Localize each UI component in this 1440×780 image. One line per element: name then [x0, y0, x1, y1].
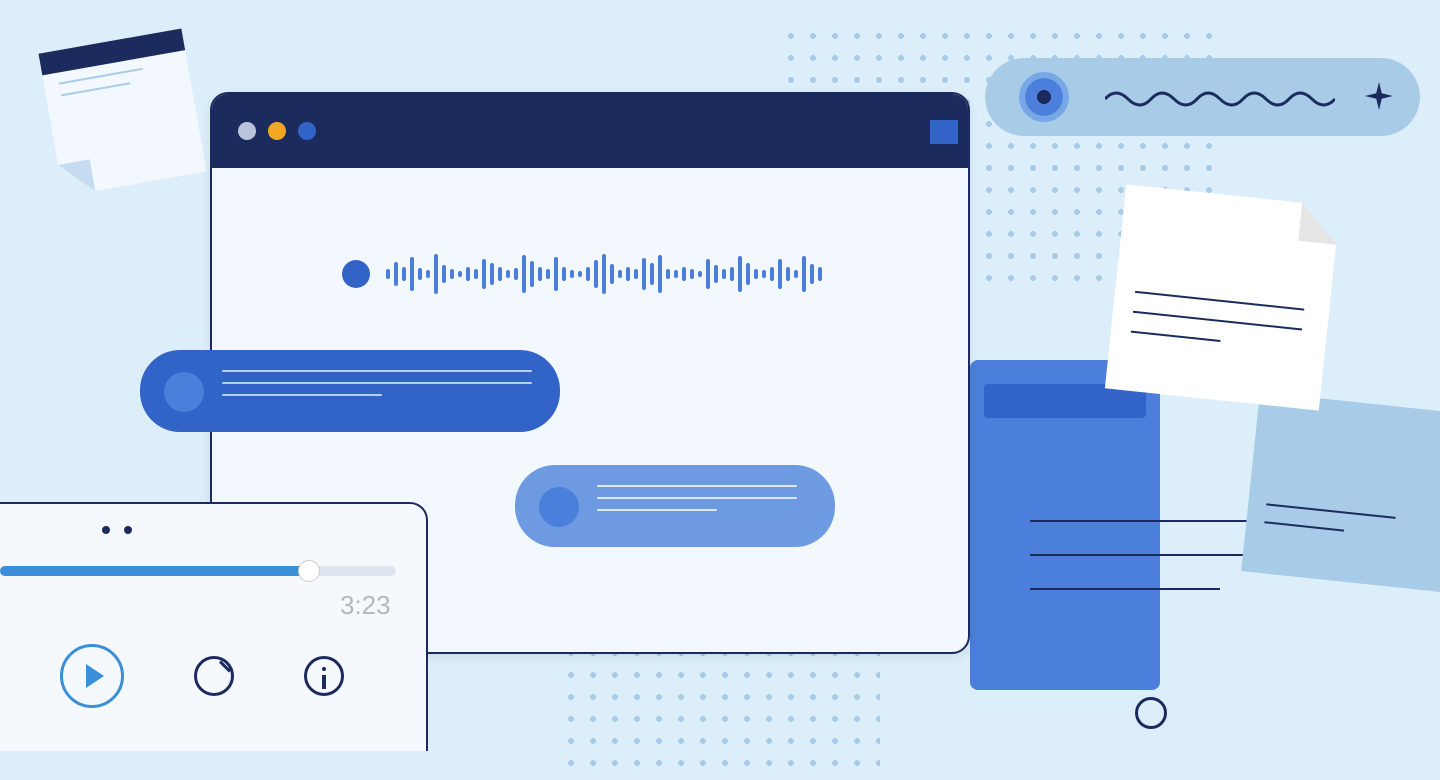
time-display: 3:23: [340, 590, 391, 621]
circle-shape: [1135, 697, 1167, 729]
window-control: [930, 120, 958, 144]
audio-player: 3:23: [0, 502, 428, 751]
decorative-line: [1030, 554, 1270, 556]
info-button[interactable]: [304, 656, 344, 696]
record-dot-icon: [1025, 78, 1063, 116]
sparkle-icon: [1365, 82, 1393, 110]
window-titlebar: [212, 94, 968, 168]
drag-handle-icon: [102, 526, 132, 534]
avatar-icon: [539, 487, 579, 527]
waveform-bars: [384, 254, 824, 294]
play-button[interactable]: [60, 644, 124, 708]
speed-button[interactable]: [194, 656, 234, 696]
traffic-light-minimize[interactable]: [268, 122, 286, 140]
chat-bubble-primary: [140, 350, 560, 432]
record-indicator-icon: [342, 260, 370, 288]
squiggle-icon: [1105, 90, 1335, 108]
audio-waveform: [342, 254, 824, 294]
background-card: [970, 360, 1160, 690]
small-card: [1241, 392, 1440, 592]
traffic-light-zoom[interactable]: [298, 122, 316, 140]
decorative-pill: [985, 58, 1420, 136]
decorative-line: [1030, 588, 1220, 590]
progress-fill: [0, 566, 309, 576]
progress-thumb[interactable]: [298, 560, 320, 582]
progress-track[interactable]: [0, 566, 396, 576]
avatar-icon: [164, 372, 204, 412]
sticky-note: [39, 29, 207, 197]
document: [1105, 184, 1340, 410]
traffic-light-close[interactable]: [238, 122, 256, 140]
decorative-line: [1030, 520, 1270, 522]
chat-bubble-secondary: [515, 465, 835, 547]
